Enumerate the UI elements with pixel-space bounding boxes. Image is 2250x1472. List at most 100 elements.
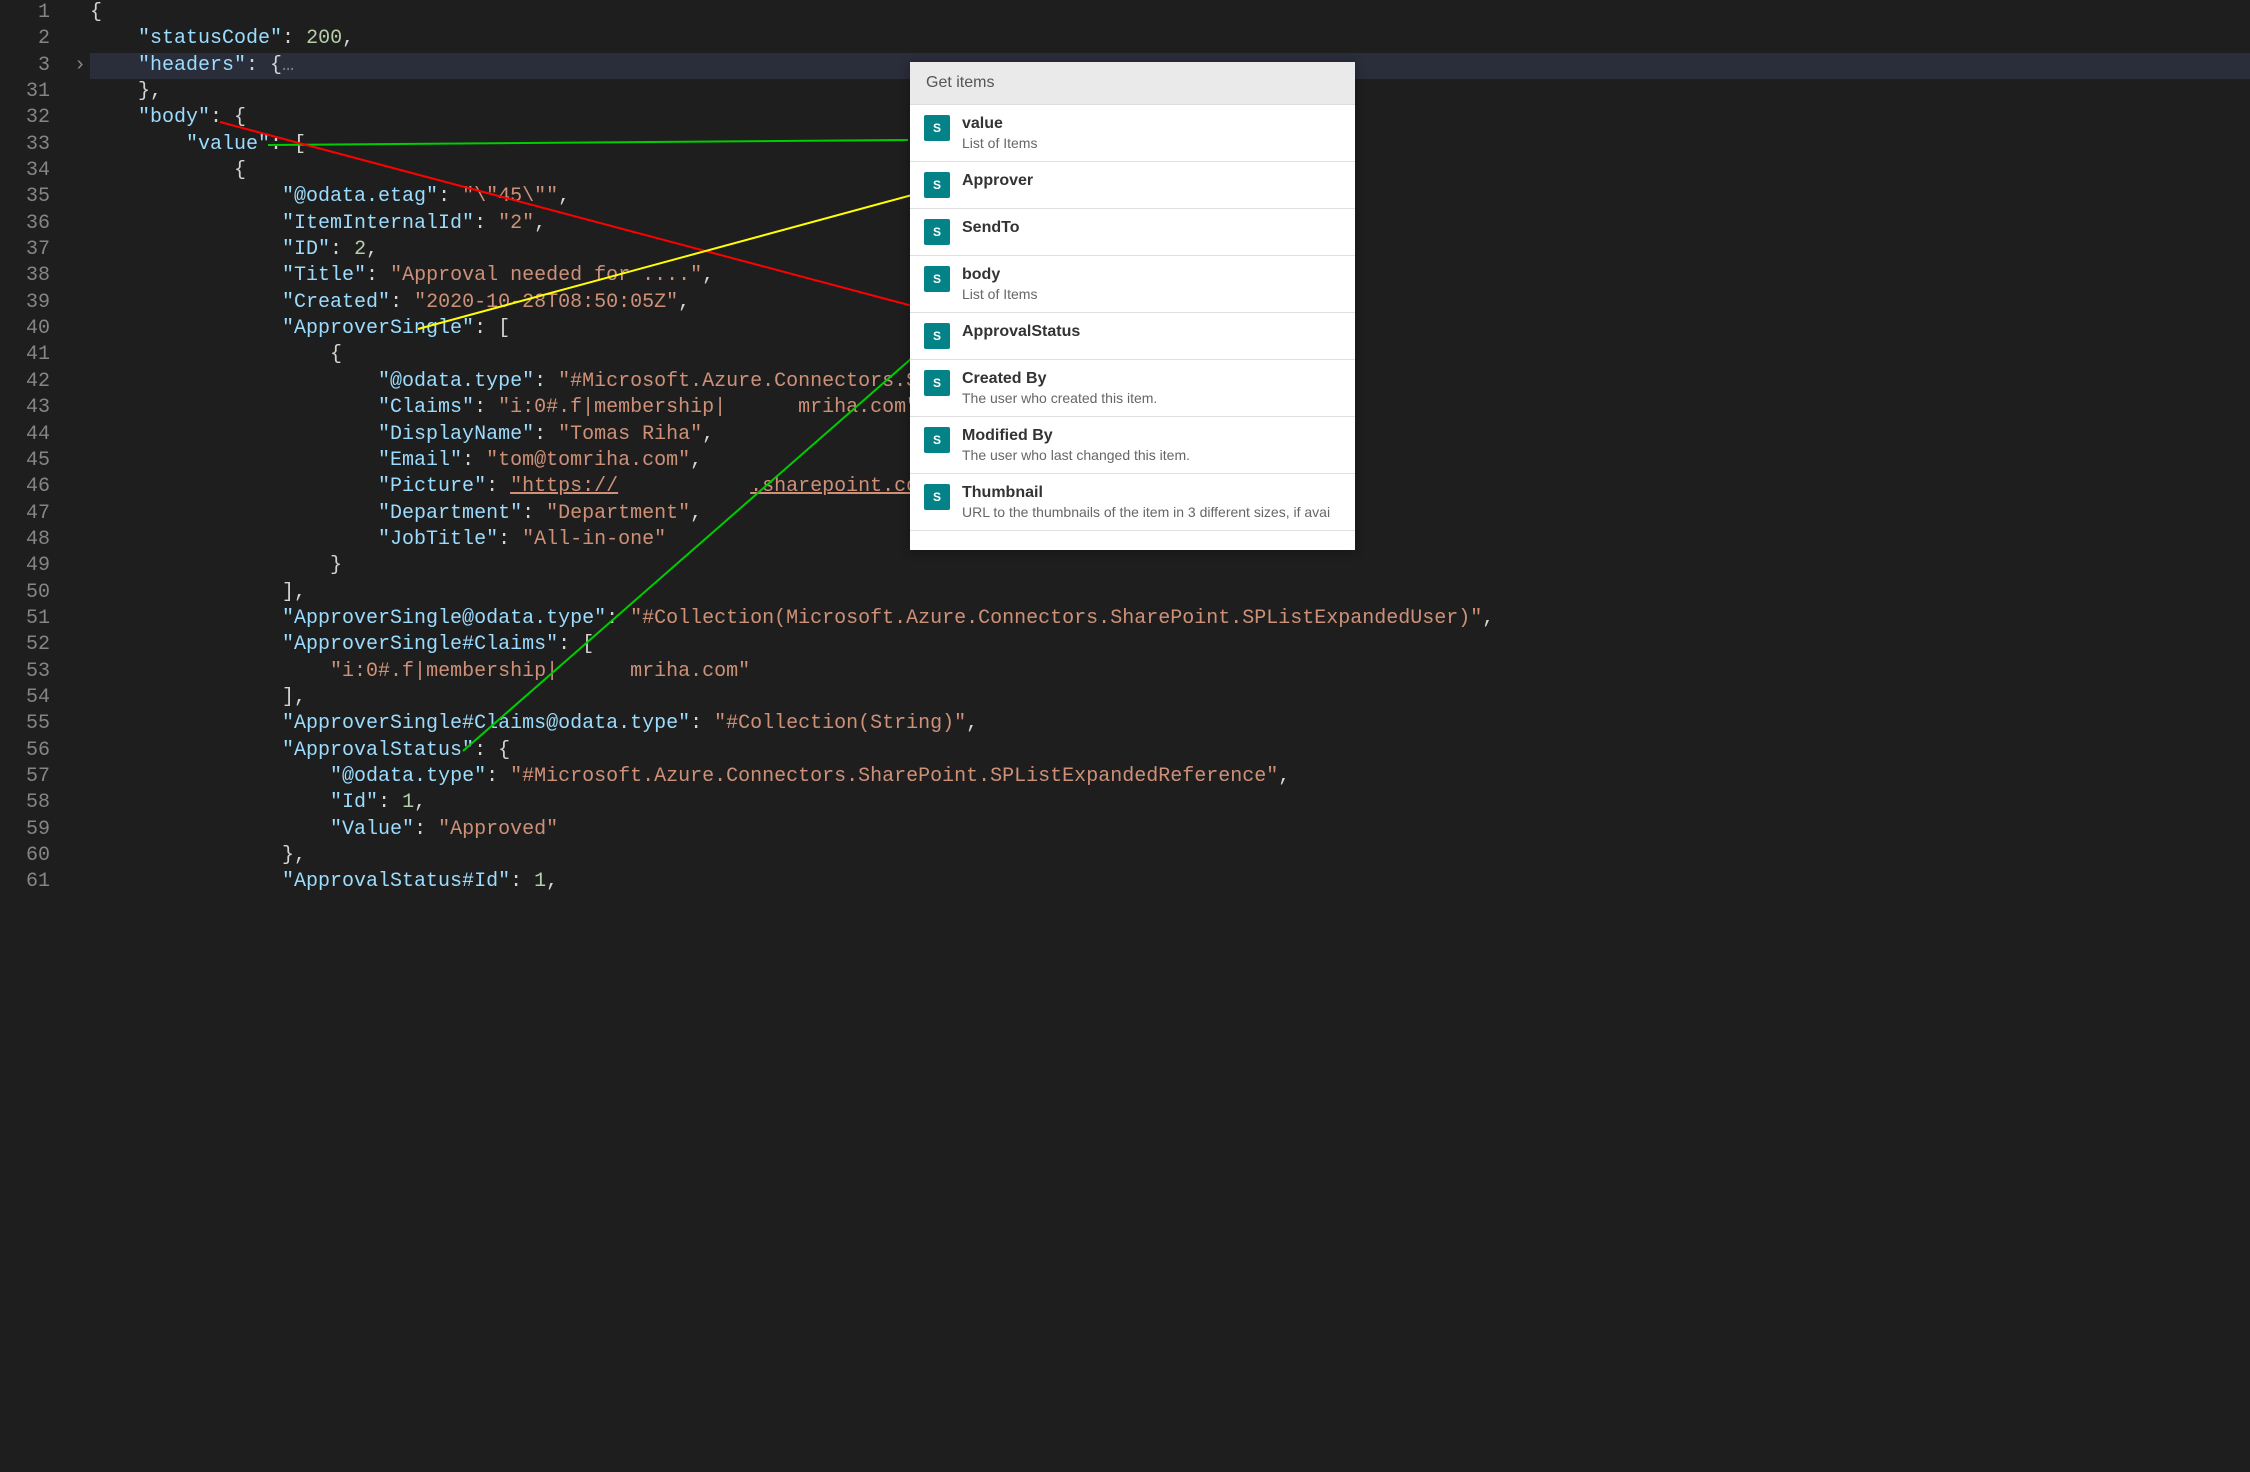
fold-slot (70, 79, 90, 105)
sharepoint-icon: S (924, 172, 950, 198)
panel-item[interactable]: Svalue List of Items (910, 105, 1355, 162)
fold-slot (70, 843, 90, 869)
panel-item-subtitle: URL to the thumbnails of the item in 3 d… (962, 504, 1330, 520)
panel-item-title: Approver (962, 172, 1033, 190)
fold-slot (70, 184, 90, 210)
code-line[interactable]: { (90, 0, 2250, 26)
code-line[interactable]: }, (90, 843, 2250, 869)
line-number: 55 (0, 711, 50, 737)
line-number: 39 (0, 290, 50, 316)
code-line[interactable]: "ApproverSingle#Claims": [ (90, 632, 2250, 658)
code-line[interactable]: "ApproverSingle#Claims@odata.type": "#Co… (90, 711, 2250, 737)
panel-item[interactable]: SThumbnailURL to the thumbnails of the i… (910, 474, 1355, 531)
sharepoint-icon: S (924, 219, 950, 245)
panel-item-subtitle: The user who created this item. (962, 390, 1157, 406)
code-line[interactable]: ], (90, 685, 2250, 711)
panel-item[interactable]: S Created By The user who created this ite… (910, 360, 1355, 417)
fold-slot (70, 501, 90, 527)
code-line[interactable]: "i:0#.f|membership| mriha.com" (90, 659, 2250, 685)
line-number: 57 (0, 764, 50, 790)
panel-item-title: Thumbnail (962, 484, 1330, 502)
fold-slot (70, 26, 90, 52)
panel-item-title: ApprovalStatus (962, 323, 1080, 341)
panel-item-title: Created By (962, 370, 1157, 388)
fold-slot (70, 448, 90, 474)
line-number: 1 (0, 0, 50, 26)
code-line[interactable]: "Value": "Approved" (90, 817, 2250, 843)
sharepoint-icon: S (924, 115, 950, 141)
panel-item[interactable]: S ApprovalStatus (910, 313, 1355, 360)
fold-column[interactable]: › (70, 0, 90, 1472)
panel-item-subtitle: List of Items (962, 135, 1037, 151)
fold-chevron-icon[interactable]: › (70, 53, 90, 79)
fold-slot (70, 817, 90, 843)
fold-slot (70, 659, 90, 685)
panel-item-subtitle: List of Items (962, 286, 1037, 302)
code-line[interactable]: "ApprovalStatus": { (90, 738, 2250, 764)
panel-item-title: Modified By (962, 427, 1190, 445)
line-number: 34 (0, 158, 50, 184)
code-line[interactable]: ], (90, 580, 2250, 606)
panel-item[interactable]: S Modified By The user who last changed th… (910, 417, 1355, 474)
line-number: 49 (0, 553, 50, 579)
code-line[interactable]: "@odata.type": "#Microsoft.Azure.Connect… (90, 764, 2250, 790)
fold-slot (70, 711, 90, 737)
line-number: 3 (0, 53, 50, 79)
panel-item[interactable]: S Approver (910, 162, 1355, 209)
line-number: 41 (0, 342, 50, 368)
line-number: 45 (0, 448, 50, 474)
fold-slot (70, 632, 90, 658)
fold-slot (70, 422, 90, 448)
fold-slot (70, 580, 90, 606)
fold-slot (70, 474, 90, 500)
line-number-gutter: 1233132333435363738394041424344454647484… (0, 0, 70, 1472)
fold-slot (70, 158, 90, 184)
line-number: 33 (0, 132, 50, 158)
line-number: 53 (0, 659, 50, 685)
line-number: 61 (0, 869, 50, 895)
fold-slot (70, 211, 90, 237)
panel-item-title: body (962, 266, 1037, 284)
line-number: 56 (0, 738, 50, 764)
fold-slot (70, 0, 90, 26)
sharepoint-icon: S (924, 323, 950, 349)
line-number: 46 (0, 474, 50, 500)
line-number: 37 (0, 237, 50, 263)
line-number: 36 (0, 211, 50, 237)
fold-slot (70, 316, 90, 342)
fold-slot (70, 395, 90, 421)
sharepoint-icon: S (924, 266, 950, 292)
fold-slot (70, 685, 90, 711)
line-number: 35 (0, 184, 50, 210)
line-number: 58 (0, 790, 50, 816)
code-line[interactable]: "ApprovalStatus#Id": 1, (90, 869, 2250, 895)
fold-slot (70, 105, 90, 131)
panel-item[interactable]: S SendTo (910, 209, 1355, 256)
fold-slot (70, 764, 90, 790)
panel-item[interactable]: Sbody List of Items (910, 256, 1355, 313)
line-number: 60 (0, 843, 50, 869)
fold-slot (70, 869, 90, 895)
panel-item-title: value (962, 115, 1037, 133)
fold-slot (70, 369, 90, 395)
panel-item-subtitle: The user who last changed this item. (962, 447, 1190, 463)
code-line[interactable]: "ApproverSingle@odata.type": "#Collectio… (90, 606, 2250, 632)
line-number: 47 (0, 501, 50, 527)
line-number: 59 (0, 817, 50, 843)
fold-slot (70, 606, 90, 632)
line-number: 52 (0, 632, 50, 658)
line-number: 54 (0, 685, 50, 711)
fold-slot (70, 790, 90, 816)
dynamic-content-panel[interactable]: Get items SvalueList of ItemsSApproverSS… (910, 62, 1355, 550)
code-line[interactable]: } (90, 553, 2250, 579)
panel-item-title: SendTo (962, 219, 1019, 237)
fold-slot (70, 237, 90, 263)
code-line[interactable]: "Id": 1, (90, 790, 2250, 816)
fold-slot (70, 290, 90, 316)
sharepoint-icon: S (924, 370, 950, 396)
line-number: 38 (0, 263, 50, 289)
fold-slot (70, 738, 90, 764)
fold-slot (70, 553, 90, 579)
code-line[interactable]: "statusCode": 200, (90, 26, 2250, 52)
sharepoint-icon: S (924, 427, 950, 453)
